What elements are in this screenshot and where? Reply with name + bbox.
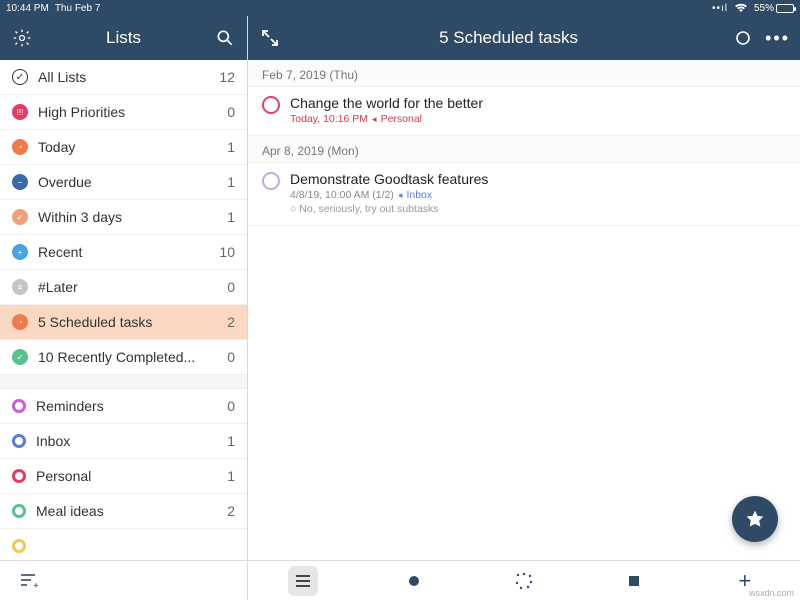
- signal-icon: ••ıl: [712, 3, 728, 14]
- view-day-icon[interactable]: [399, 566, 429, 596]
- sidebar-item[interactable]: ◔ Today1: [0, 130, 247, 165]
- sidebar-item-count: 1: [227, 139, 235, 155]
- sidebar-item-count: 0: [227, 398, 235, 414]
- sidebar-item[interactable]: !!! High Priorities0: [0, 95, 247, 130]
- sidebar-item-label: Inbox: [36, 433, 227, 449]
- sidebar-item[interactable]: Meal ideas2: [0, 494, 247, 529]
- expand-icon[interactable]: [258, 29, 282, 47]
- section-gap: [0, 375, 247, 389]
- sidebar-item-label: Today: [38, 139, 227, 155]
- check-circle-icon: ✓: [12, 69, 28, 85]
- overdue-icon: −: [12, 174, 28, 190]
- view-list-icon[interactable]: [288, 566, 318, 596]
- sidebar-item[interactable]: −Overdue1: [0, 165, 247, 200]
- priority-icon: !!!: [12, 104, 28, 120]
- sidebar-item-label: Within 3 days: [38, 209, 227, 225]
- sidebar-item-count: 2: [227, 503, 235, 519]
- sidebar-item-label: All Lists: [38, 69, 219, 85]
- sidebar-item-label: High Priorities: [38, 104, 227, 120]
- task-checkbox[interactable]: [262, 172, 280, 190]
- date-header: Feb 7, 2019 (Thu): [248, 60, 800, 87]
- sidebar-item[interactable]: ✓ Within 3 days1: [0, 200, 247, 235]
- more-icon[interactable]: •••: [765, 28, 790, 49]
- sidebar-item-count: 0: [227, 279, 235, 295]
- sidebar-item-label: 5 Scheduled tasks: [38, 314, 227, 330]
- sidebar-item-count: 0: [227, 349, 235, 365]
- circle-icon[interactable]: [735, 30, 751, 46]
- sidebar-item[interactable]: Reminders0: [0, 389, 247, 424]
- hash-icon: #: [12, 279, 28, 295]
- task-scroll[interactable]: Feb 7, 2019 (Thu)Change the world for th…: [248, 60, 800, 560]
- sidebar-item-label: Reminders: [36, 398, 227, 414]
- clock-icon: ◔: [12, 139, 28, 155]
- list-icon: [12, 399, 26, 413]
- task-title: Demonstrate Goodtask features: [290, 171, 786, 187]
- task-title: Change the world for the better: [290, 95, 786, 111]
- sidebar-item-label: Personal: [36, 468, 227, 484]
- sort-lists-icon[interactable]: +: [14, 566, 44, 596]
- sidebar-item-count: 12: [219, 69, 235, 85]
- task-meta: Today, 10:16 PM◂Personal: [290, 113, 786, 125]
- sidebar-item-label: 10 Recently Completed...: [38, 349, 227, 365]
- status-date: Thu Feb 7: [55, 3, 101, 14]
- clock-icon: ◔: [12, 314, 28, 330]
- sidebar-item-count: 0: [227, 104, 235, 120]
- sidebar-item-count: 1: [227, 468, 235, 484]
- done-icon: ✓: [12, 349, 28, 365]
- gear-icon[interactable]: [10, 28, 34, 48]
- sidebar-item[interactable]: ✓ 10 Recently Completed...0: [0, 340, 247, 375]
- sidebar-item[interactable]: # #Later0: [0, 270, 247, 305]
- battery-indicator: 55%: [754, 3, 794, 14]
- sidebar-item-count: 10: [219, 244, 235, 260]
- sidebar-item-count: 1: [227, 174, 235, 190]
- list-icon: [12, 434, 26, 448]
- sidebar: Lists ✓All Lists12!!!High Priorities0◔To…: [0, 16, 248, 600]
- sidebar-bottombar: +: [0, 560, 247, 600]
- task-row[interactable]: Demonstrate Goodtask features 4/8/19, 10:…: [248, 163, 800, 226]
- sidebar-item[interactable]: [0, 529, 247, 560]
- main-panel: 5 Scheduled tasks ••• Feb 7, 2019 (Thu)C…: [248, 16, 800, 600]
- list-icon: [12, 469, 26, 483]
- sidebar-item[interactable]: Personal1: [0, 459, 247, 494]
- sidebar-item-count: 2: [227, 314, 235, 330]
- svg-text:+: +: [33, 581, 39, 590]
- task-checkbox[interactable]: [262, 96, 280, 114]
- sidebar-item-label: Meal ideas: [36, 503, 227, 519]
- sidebar-item-label: Recent: [38, 244, 219, 260]
- plus-icon: +: [12, 244, 28, 260]
- sidebar-title: Lists: [106, 28, 141, 48]
- sidebar-item[interactable]: + Recent10: [0, 235, 247, 270]
- sidebar-item-count: 1: [227, 209, 235, 225]
- date-header: Apr 8, 2019 (Mon): [248, 136, 800, 163]
- status-bar: 10:44 PM Thu Feb 7 ••ıl 55%: [0, 0, 800, 16]
- sidebar-lists[interactable]: ✓All Lists12!!!High Priorities0◔Today1−O…: [0, 60, 247, 560]
- task-subtask: ○ No, seriously, try out subtasks: [290, 203, 786, 215]
- main-header: 5 Scheduled tasks •••: [248, 16, 800, 60]
- sidebar-item[interactable]: ◔ 5 Scheduled tasks2: [0, 305, 247, 340]
- task-meta: 4/8/19, 10:00 AM (1/2)◂Inbox: [290, 189, 786, 201]
- sidebar-item[interactable]: ✓ All Lists12: [0, 60, 247, 95]
- add-task-fab[interactable]: [732, 496, 778, 542]
- sidebar-item-label: #Later: [38, 279, 227, 295]
- view-week-icon[interactable]: [509, 566, 539, 596]
- sidebar-item-label: Overdue: [38, 174, 227, 190]
- view-month-icon[interactable]: [619, 566, 649, 596]
- watermark: wsxdn.com: [749, 588, 794, 598]
- main-bottombar: +: [248, 560, 800, 600]
- task-row[interactable]: Change the world for the better Today, 10…: [248, 87, 800, 136]
- status-time: 10:44 PM: [6, 3, 49, 14]
- wifi-icon: [734, 3, 748, 13]
- sidebar-header: Lists: [0, 16, 247, 60]
- sidebar-item-count: 1: [227, 433, 235, 449]
- list-icon: [12, 504, 26, 518]
- list-icon: [12, 539, 26, 553]
- clock-icon: ✓: [12, 209, 28, 225]
- search-icon[interactable]: [213, 28, 237, 48]
- sidebar-item[interactable]: Inbox1: [0, 424, 247, 459]
- main-title: 5 Scheduled tasks: [282, 28, 735, 48]
